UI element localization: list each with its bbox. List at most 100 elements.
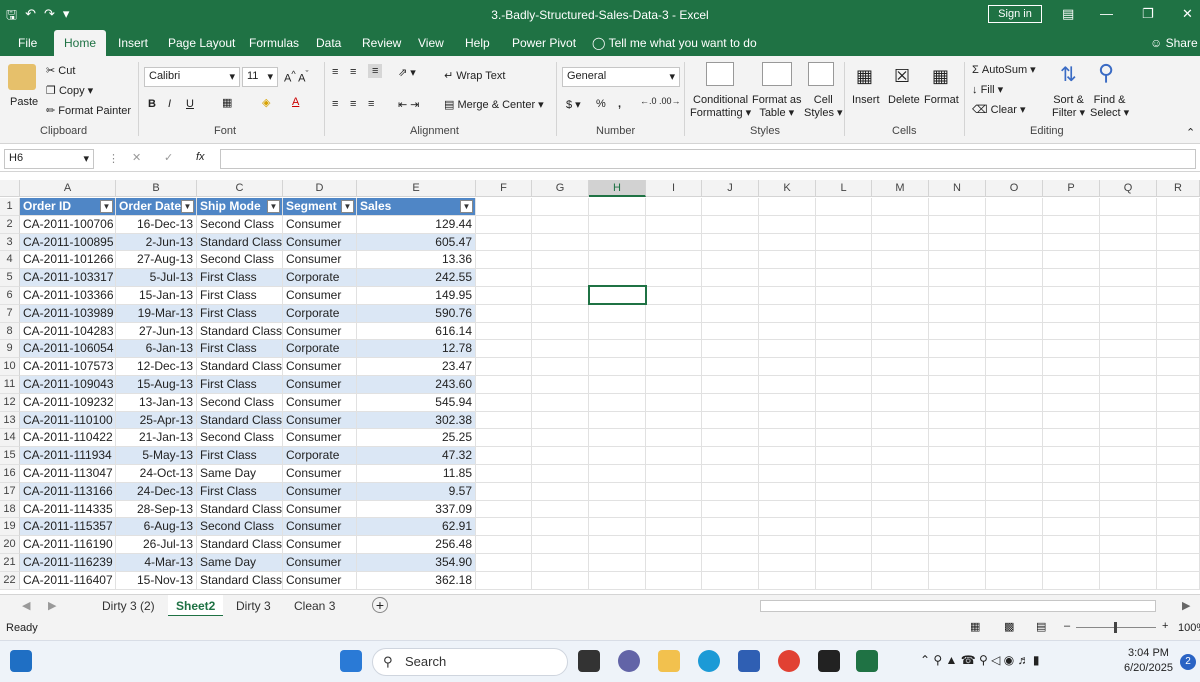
empty-cell[interactable] xyxy=(532,393,589,412)
column-header[interactable]: A xyxy=(20,180,116,197)
number-format-select[interactable]: General ▾ xyxy=(562,67,680,87)
empty-cell[interactable] xyxy=(986,340,1043,359)
comma-button[interactable]: , xyxy=(618,98,621,110)
empty-cell[interactable] xyxy=(1100,482,1157,501)
empty-cell[interactable] xyxy=(1100,447,1157,465)
empty-cell[interactable] xyxy=(1157,304,1200,323)
empty-cell[interactable] xyxy=(532,554,589,572)
empty-cell[interactable] xyxy=(1157,215,1200,234)
table-cell[interactable]: First Class xyxy=(197,304,283,323)
empty-cell[interactable] xyxy=(1043,358,1100,376)
empty-cell[interactable] xyxy=(1100,340,1157,359)
orientation-icon[interactable]: ⇗ ▾ xyxy=(398,66,416,79)
column-header-selected[interactable]: H xyxy=(589,180,646,197)
row-header[interactable]: 7 xyxy=(0,304,20,323)
bold-button[interactable]: B xyxy=(148,98,156,110)
name-box[interactable]: H6 ▾ xyxy=(4,149,94,169)
empty-cell[interactable] xyxy=(702,376,759,394)
new-sheet-icon[interactable]: + xyxy=(372,597,388,613)
empty-cell[interactable] xyxy=(532,518,589,537)
row-header[interactable]: 8 xyxy=(0,322,20,341)
empty-cell[interactable] xyxy=(929,376,986,394)
empty-cell[interactable] xyxy=(589,554,646,572)
empty-cell[interactable] xyxy=(816,269,872,287)
table-cell[interactable]: 362.18 xyxy=(357,571,476,590)
table-cell[interactable]: Consumer xyxy=(283,393,357,412)
table-header-cell[interactable]: Ship Mode ▼ xyxy=(197,198,283,216)
empty-cell[interactable] xyxy=(1157,393,1200,412)
empty-cell[interactable] xyxy=(646,198,702,216)
empty-cell[interactable] xyxy=(816,518,872,537)
empty-cell[interactable] xyxy=(1100,322,1157,341)
table-cell[interactable]: 47.32 xyxy=(357,447,476,465)
empty-cell[interactable] xyxy=(646,465,702,483)
table-cell[interactable]: CA-2011-109232 xyxy=(20,393,116,412)
empty-cell[interactable] xyxy=(1100,518,1157,537)
table-cell[interactable]: 256.48 xyxy=(357,536,476,554)
empty-cell[interactable] xyxy=(816,376,872,394)
empty-cell[interactable] xyxy=(702,465,759,483)
empty-cell[interactable] xyxy=(816,251,872,270)
column-header[interactable]: P xyxy=(1043,180,1100,197)
sheet-tab-active[interactable]: Sheet2 xyxy=(168,595,224,617)
empty-cell[interactable] xyxy=(646,304,702,323)
empty-cell[interactable] xyxy=(646,215,702,234)
table-cell[interactable]: 15-Nov-13 xyxy=(116,571,197,590)
table-cell[interactable]: 13.36 xyxy=(357,251,476,270)
empty-cell[interactable] xyxy=(759,358,816,376)
table-cell[interactable]: CA-2011-103366 xyxy=(20,287,116,305)
empty-cell[interactable] xyxy=(1043,233,1100,252)
table-cell[interactable]: 13-Jan-13 xyxy=(116,393,197,412)
indent-icon[interactable]: ⇤ ⇥ xyxy=(398,98,420,111)
table-cell[interactable]: CA-2011-113166 xyxy=(20,482,116,501)
empty-cell[interactable] xyxy=(476,287,532,305)
empty-cell[interactable] xyxy=(1043,393,1100,412)
empty-cell[interactable] xyxy=(929,536,986,554)
table-header-cell[interactable]: Sales ▼ xyxy=(357,198,476,216)
paste-icon[interactable] xyxy=(8,64,36,90)
empty-cell[interactable] xyxy=(929,465,986,483)
table-cell[interactable]: 6-Jan-13 xyxy=(116,340,197,359)
table-cell[interactable]: 12-Dec-13 xyxy=(116,358,197,376)
delete-cells-button[interactable]: Delete xyxy=(888,94,920,106)
row-header[interactable]: 14 xyxy=(0,429,20,448)
column-header[interactable]: E xyxy=(357,180,476,197)
empty-cell[interactable] xyxy=(759,304,816,323)
table-cell[interactable]: Corporate xyxy=(283,269,357,287)
empty-cell[interactable] xyxy=(589,358,646,376)
column-header[interactable]: R xyxy=(1157,180,1200,197)
empty-cell[interactable] xyxy=(1043,251,1100,270)
empty-cell[interactable] xyxy=(702,304,759,323)
empty-cell[interactable] xyxy=(646,500,702,519)
empty-cell[interactable] xyxy=(1043,411,1100,430)
empty-cell[interactable] xyxy=(1157,358,1200,376)
empty-cell[interactable] xyxy=(872,393,929,412)
column-header[interactable]: B xyxy=(116,180,197,197)
table-cell[interactable]: Consumer xyxy=(283,536,357,554)
empty-cell[interactable] xyxy=(1157,500,1200,519)
table-cell[interactable]: Second Class xyxy=(197,518,283,537)
empty-cell[interactable] xyxy=(1157,287,1200,305)
column-header[interactable]: Q xyxy=(1100,180,1157,197)
table-cell[interactable]: Consumer xyxy=(283,233,357,252)
wrap-text-button[interactable]: ↵ Wrap Text xyxy=(444,69,505,82)
table-cell[interactable]: Second Class xyxy=(197,251,283,270)
cancel-icon[interactable]: ✕ xyxy=(132,151,141,164)
empty-cell[interactable] xyxy=(476,465,532,483)
table-cell[interactable]: Second Class xyxy=(197,393,283,412)
table-cell[interactable]: Consumer xyxy=(283,554,357,572)
tab-review[interactable]: Review xyxy=(362,30,401,56)
table-cell[interactable]: CA-2011-106054 xyxy=(20,340,116,359)
table-cell[interactable]: 19-Mar-13 xyxy=(116,304,197,323)
task-view-icon[interactable] xyxy=(578,650,600,672)
empty-cell[interactable] xyxy=(759,287,816,305)
table-cell[interactable]: CA-2011-116407 xyxy=(20,571,116,590)
empty-cell[interactable] xyxy=(476,536,532,554)
table-cell[interactable]: CA-2011-111934 xyxy=(20,447,116,465)
grow-font-icon[interactable]: A^ Aˇ xyxy=(284,69,309,85)
empty-cell[interactable] xyxy=(532,358,589,376)
table-cell[interactable]: 243.60 xyxy=(357,376,476,394)
table-cell[interactable]: CA-2011-103317 xyxy=(20,269,116,287)
empty-cell[interactable] xyxy=(986,322,1043,341)
empty-cell[interactable] xyxy=(1043,554,1100,572)
